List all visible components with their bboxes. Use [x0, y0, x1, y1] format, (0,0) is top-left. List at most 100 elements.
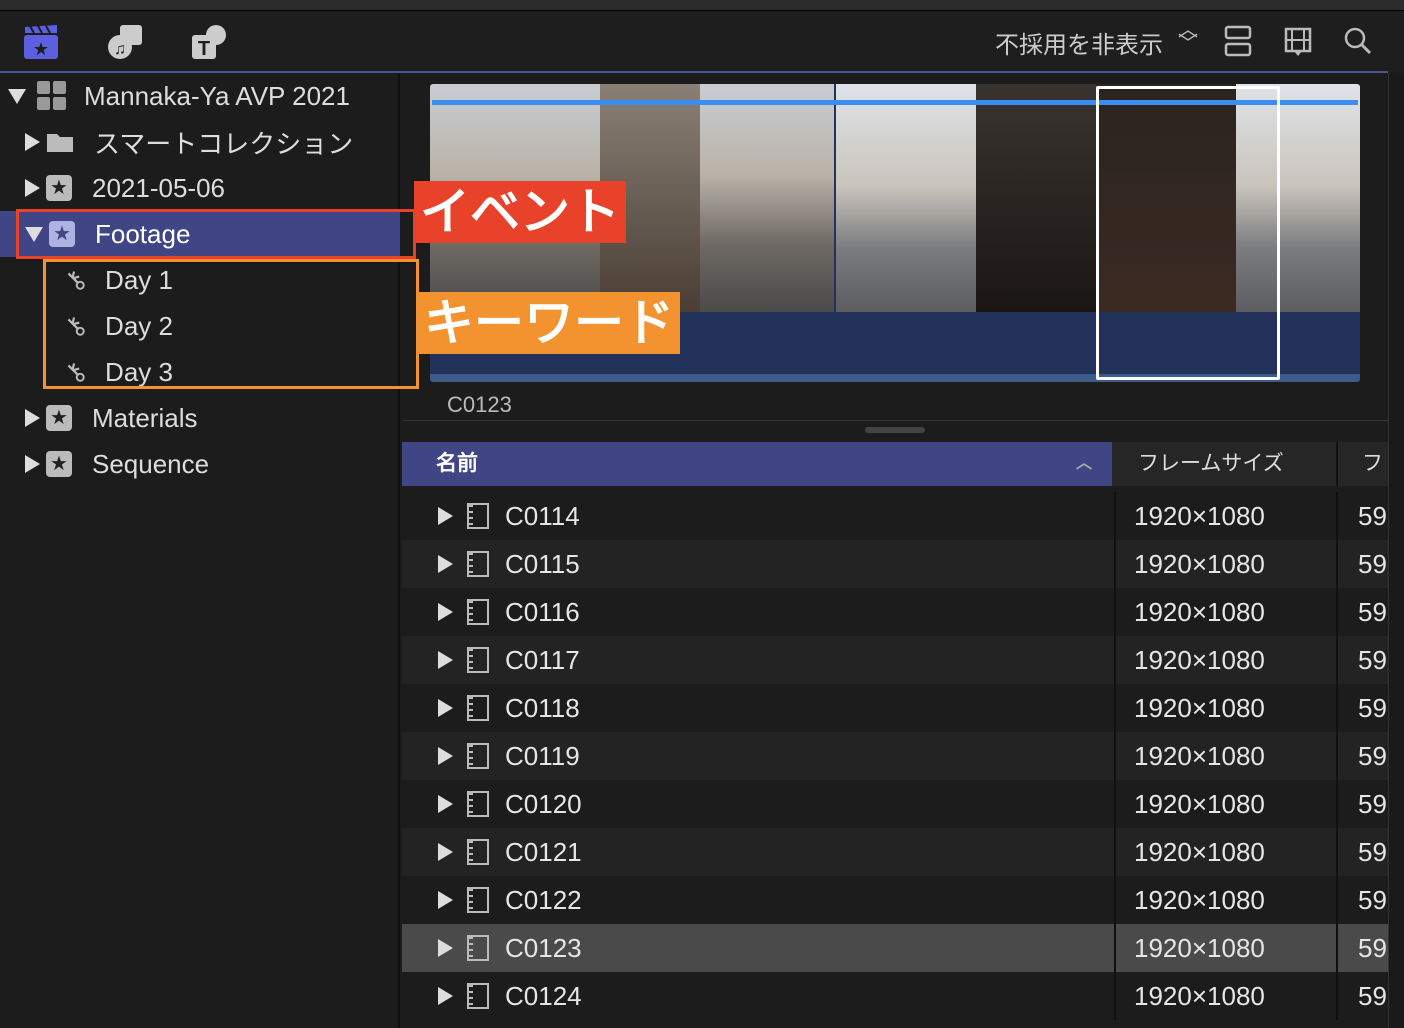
sidebar-item-label: スマートコレクション: [94, 128, 354, 159]
clip-appearance-icon[interactable]: [1224, 25, 1252, 57]
library-name: Mannaka-Ya AVP 2021: [84, 80, 350, 111]
disclosure-triangle-icon[interactable]: [438, 795, 453, 813]
frame-size-cell: 1920×1080: [1114, 828, 1338, 876]
sidebar-item-smart-collections[interactable]: スマートコレクション: [0, 119, 400, 165]
window-top-bar: [0, 0, 1404, 10]
film-clip-icon: [467, 503, 489, 529]
search-icon[interactable]: [1343, 26, 1373, 56]
frame-rate-cell: 59: [1358, 645, 1387, 675]
clip-name: C0121: [505, 836, 582, 867]
disclosure-triangle-icon[interactable]: [25, 133, 40, 151]
disclosure-triangle-icon[interactable]: [25, 409, 40, 427]
library-row[interactable]: Mannaka-Ya AVP 2021: [0, 73, 400, 119]
column-header-name[interactable]: 名前 ︿: [402, 442, 1112, 486]
disclosure-triangle-icon[interactable]: [438, 939, 453, 957]
film-clip-icon: [467, 887, 489, 913]
table-row[interactable]: C0119 1920×1080 59: [402, 732, 1388, 780]
frame-size-cell: 1920×1080: [1114, 924, 1338, 972]
table-row[interactable]: C0123 1920×1080 59: [402, 924, 1388, 972]
column-header-frame-size[interactable]: フレームサイズ: [1114, 442, 1338, 486]
browser-toolbar: ★ ♫ T 不採用を非表示 ︿ ﹀: [0, 10, 1404, 72]
film-clip-icon: [467, 839, 489, 865]
sidebar-item-materials[interactable]: ★ Materials: [0, 395, 400, 441]
clip-name: C0118: [505, 692, 580, 723]
disclosure-triangle-icon[interactable]: [438, 891, 453, 909]
frame-rate-cell: 59: [1358, 981, 1387, 1011]
folder-icon: [47, 134, 73, 152]
disclosure-triangle-icon[interactable]: [25, 179, 40, 197]
frame-rate-cell: 59: [1358, 501, 1387, 531]
skimmer-selection[interactable]: [1096, 86, 1280, 380]
clip-name: C0122: [505, 884, 582, 915]
film-clip-icon: [467, 791, 489, 817]
frame-size-cell: 1920×1080: [1114, 636, 1338, 684]
event-star-icon: ★: [46, 405, 72, 431]
sidebar-item-label: Sequence: [92, 448, 210, 479]
clip-name: C0123: [505, 932, 582, 963]
clip-name: C0115: [505, 548, 580, 579]
table-row[interactable]: C0117 1920×1080 59: [402, 636, 1388, 684]
film-clip-icon: [467, 647, 489, 673]
filmstrip-view-icon[interactable]: [1284, 27, 1312, 57]
disclosure-triangle-icon[interactable]: [438, 507, 453, 525]
frame-size-cell: 1920×1080: [1114, 588, 1338, 636]
library-icon: [37, 81, 66, 110]
film-clip-icon: [467, 983, 489, 1009]
chevron-updown-icon[interactable]: ︿ ﹀: [1178, 20, 1198, 54]
table-row[interactable]: C0122 1920×1080 59: [402, 876, 1388, 924]
disclosure-triangle-icon[interactable]: [438, 843, 453, 861]
disclosure-triangle-icon[interactable]: [438, 603, 453, 621]
clip-name: C0117: [505, 644, 580, 675]
disclosure-triangle-icon[interactable]: [25, 455, 40, 473]
table-row[interactable]: C0120 1920×1080 59: [402, 780, 1388, 828]
frame-size-cell: 1920×1080: [1114, 876, 1338, 924]
sidebar-item-label: Materials: [92, 402, 198, 433]
hide-rejected-filter[interactable]: 不採用を非表示: [995, 25, 1163, 60]
titles-generators-icon[interactable]: T: [190, 23, 228, 61]
disclosure-triangle-icon[interactable]: [438, 987, 453, 1005]
film-clip-icon: [467, 743, 489, 769]
sidebar-item-label: 2021-05-06: [92, 172, 225, 203]
svg-text:★: ★: [33, 39, 49, 59]
table-row[interactable]: C0118 1920×1080 59: [402, 684, 1388, 732]
libraries-icon[interactable]: ★: [22, 23, 60, 61]
event-star-icon: ★: [46, 175, 72, 201]
disclosure-triangle-icon[interactable]: [438, 651, 453, 669]
event-annotation-label: イベント: [414, 181, 626, 243]
disclosure-triangle-icon[interactable]: [438, 747, 453, 765]
film-clip-icon: [467, 695, 489, 721]
frame-rate-cell: 59: [1358, 885, 1387, 915]
table-row[interactable]: C0114 1920×1080 59: [402, 492, 1388, 540]
film-clip-icon: [467, 599, 489, 625]
frame-size-cell: 1920×1080: [1114, 732, 1338, 780]
table-row[interactable]: C0124 1920×1080 59: [402, 972, 1388, 1020]
disclosure-triangle-icon[interactable]: [438, 555, 453, 573]
sidebar-item-sequence[interactable]: ★ Sequence: [0, 441, 400, 487]
table-row[interactable]: C0116 1920×1080 59: [402, 588, 1388, 636]
event-annotation-box: [16, 209, 416, 259]
disclosure-triangle-icon[interactable]: [438, 699, 453, 717]
frame-rate-cell: 59: [1358, 693, 1387, 723]
frame-rate-cell: 59: [1358, 597, 1387, 627]
clip-name: C0114: [505, 500, 580, 531]
disclosure-triangle-icon[interactable]: [8, 88, 26, 104]
table-header: 名前 ︿ フレームサイズ フ: [402, 442, 1388, 486]
frame-rate-cell: 59: [1358, 837, 1387, 867]
keyword-annotation-box: [43, 259, 419, 389]
frame-rate-cell: 59: [1358, 549, 1387, 579]
table-row[interactable]: C0121 1920×1080 59: [402, 828, 1388, 876]
column-header-frame-rate[interactable]: フ: [1340, 442, 1388, 486]
scrollbar[interactable]: [1388, 73, 1404, 1028]
resize-handle[interactable]: [865, 427, 925, 433]
frame-rate-cell: 59: [1358, 741, 1387, 771]
svg-text:♫: ♫: [114, 41, 126, 58]
sidebar-item-event-2021-05-06[interactable]: ★ 2021-05-06: [0, 165, 400, 211]
film-clip-icon: [467, 551, 489, 577]
frame-size-cell: 1920×1080: [1114, 492, 1338, 540]
frame-rate-cell: 59: [1358, 789, 1387, 819]
frame-size-cell: 1920×1080: [1114, 780, 1338, 828]
table-row[interactable]: C0115 1920×1080 59: [402, 540, 1388, 588]
clip-name: C0120: [505, 788, 582, 819]
frame-rate-cell: 59: [1358, 933, 1387, 963]
photos-audio-icon[interactable]: ♫: [106, 23, 144, 61]
